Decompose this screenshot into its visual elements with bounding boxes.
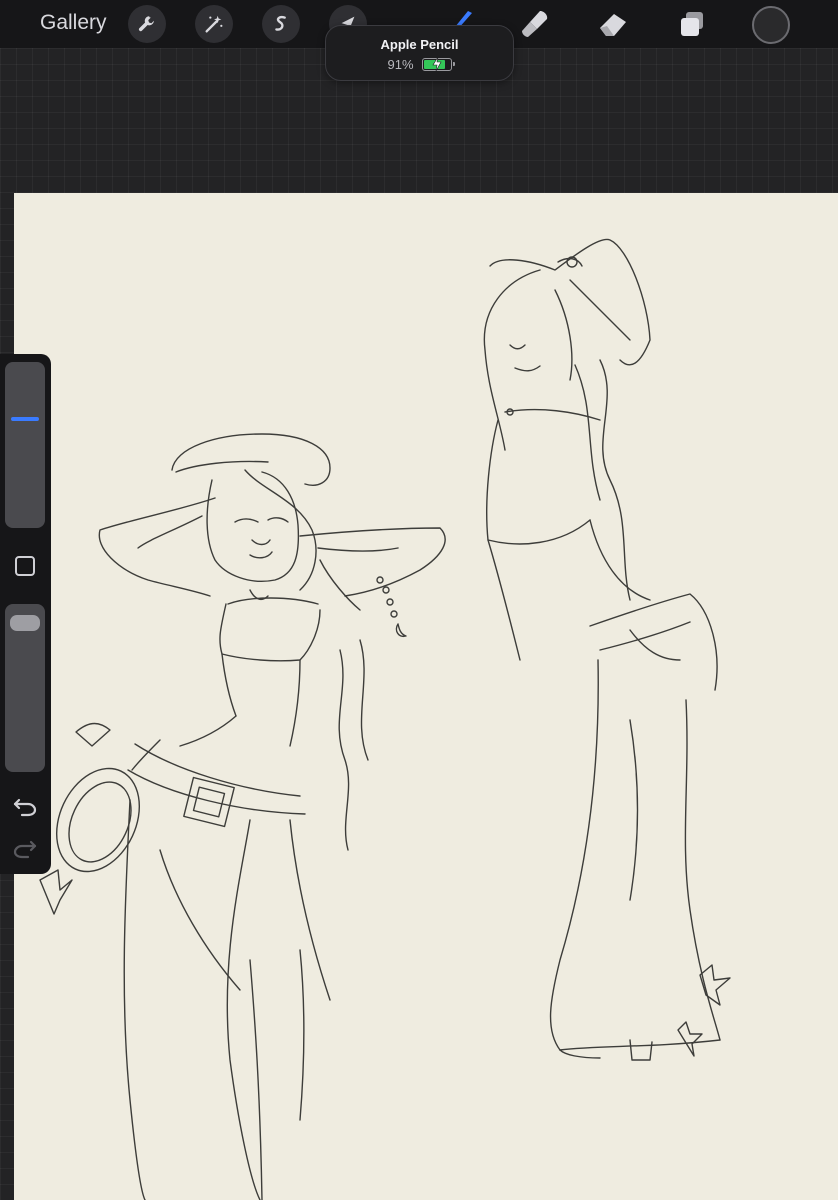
apple-pencil-status: Apple Pencil 91%	[325, 25, 514, 81]
charging-bolt-icon	[431, 57, 442, 71]
smudge-icon[interactable]	[517, 6, 553, 42]
undo-icon[interactable]	[11, 794, 39, 818]
color-swatch[interactable]	[752, 6, 790, 44]
left-sidebar	[0, 354, 51, 874]
wrench-icon[interactable]	[128, 5, 166, 43]
redo-icon[interactable]	[11, 836, 39, 860]
hud-battery-row: 91%	[326, 57, 513, 72]
opacity-slider[interactable]	[5, 604, 45, 772]
drawing-canvas[interactable]	[14, 193, 838, 1200]
sketch-artwork	[39, 238, 731, 1200]
layers-icon[interactable]	[674, 6, 710, 42]
modify-square-icon[interactable]	[15, 556, 35, 576]
opacity-knob[interactable]	[10, 615, 40, 631]
gallery-button[interactable]: Gallery	[40, 11, 107, 35]
selection-icon[interactable]	[262, 5, 300, 43]
magic-wand-icon[interactable]	[195, 5, 233, 43]
battery-percent: 91%	[387, 57, 414, 72]
brush-size-indicator[interactable]	[11, 417, 39, 421]
battery-icon	[421, 57, 455, 71]
procreate-app: Gallery Apple Pencil 91%	[0, 0, 838, 1200]
brush-size-slider[interactable]	[5, 362, 45, 528]
battery-tip	[452, 62, 455, 66]
eraser-icon[interactable]	[595, 6, 631, 42]
hud-title: Apple Pencil	[380, 37, 459, 52]
